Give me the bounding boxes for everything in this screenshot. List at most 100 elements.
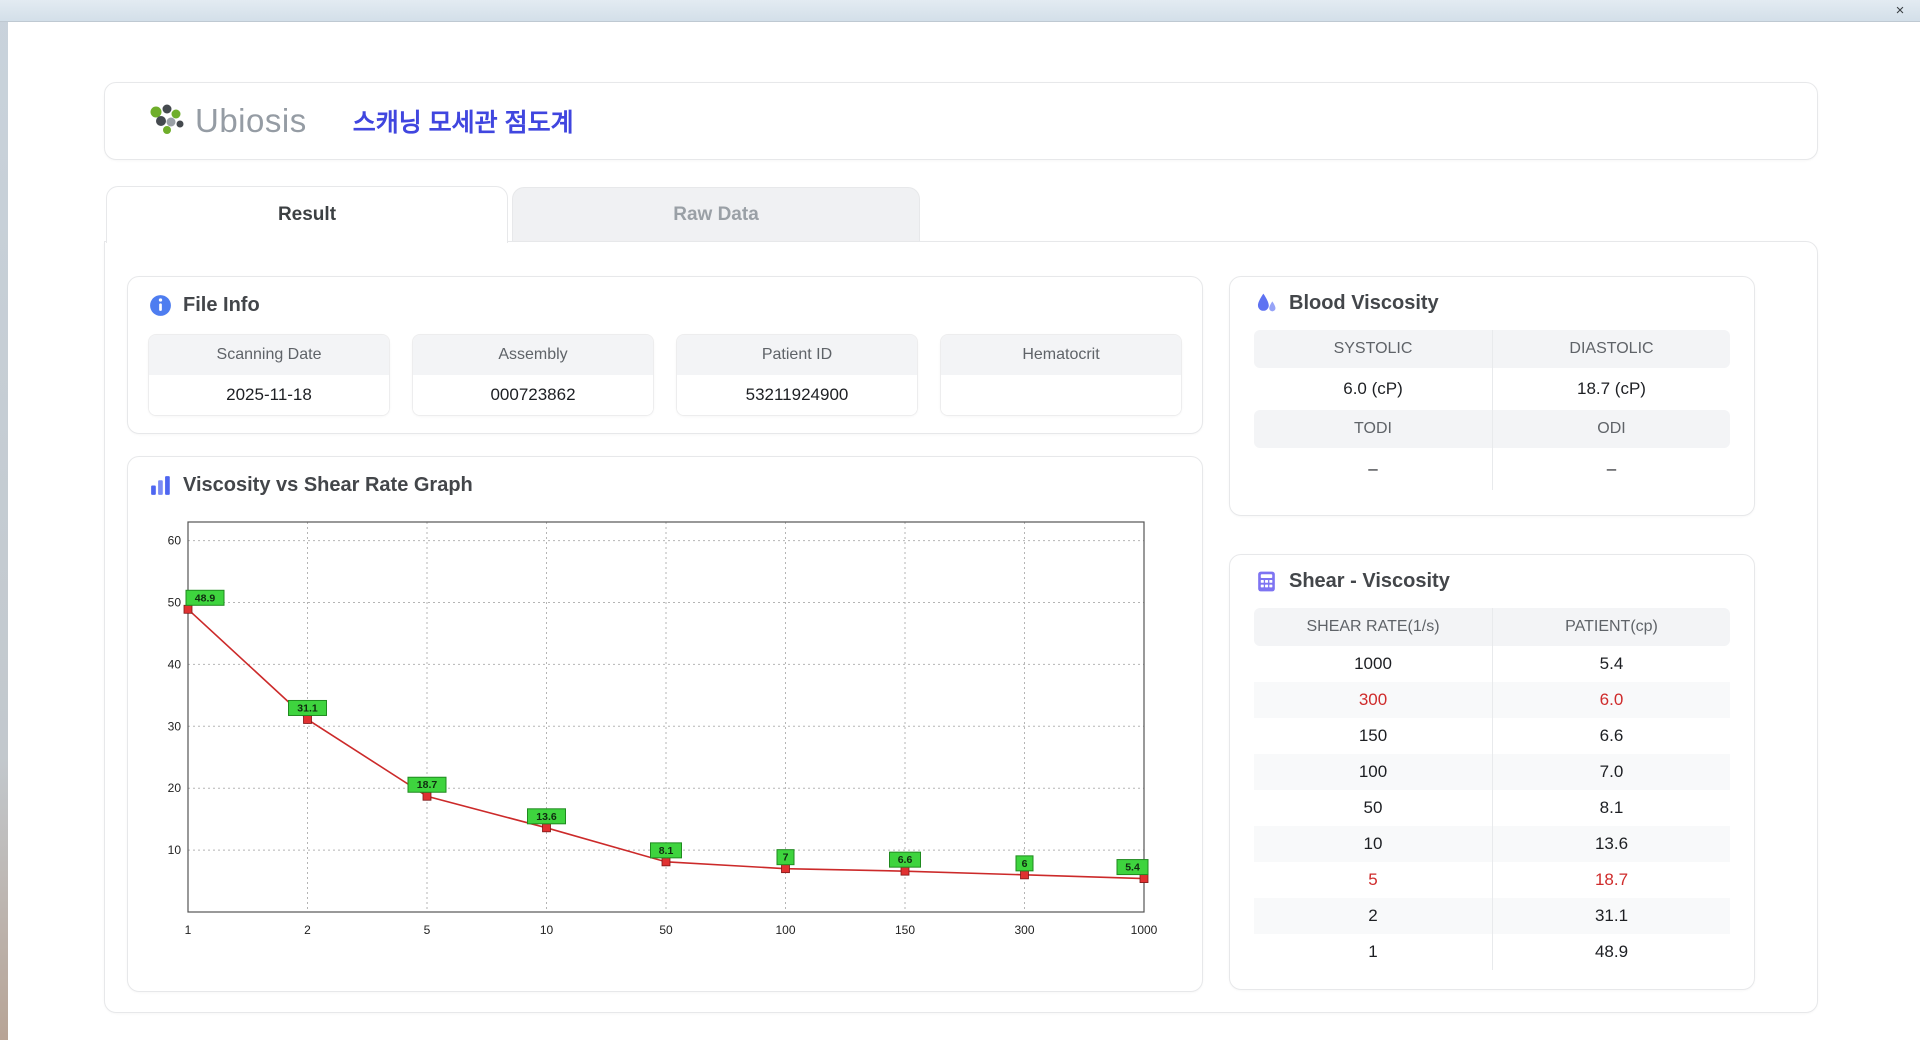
window-close-button[interactable]: × <box>1890 1 1910 21</box>
svg-text:300: 300 <box>1014 923 1034 937</box>
systolic-label: SYSTOLIC <box>1254 330 1492 368</box>
shear-rate-cell: 1000 <box>1354 654 1392 673</box>
shear-rate-cell: 300 <box>1358 690 1388 709</box>
table-row: 1000 5.4 <box>1254 646 1730 682</box>
field-assembly: Assembly 000723862 <box>412 334 654 416</box>
table-icon <box>1258 571 1275 592</box>
svg-text:7: 7 <box>783 852 789 864</box>
shear-rate-cell: 150 <box>1358 726 1388 745</box>
svg-text:20: 20 <box>168 781 182 795</box>
todi-label: TODI <box>1254 410 1492 448</box>
diastolic-value: 18.7 (cP) <box>1492 368 1730 410</box>
svg-text:31.1: 31.1 <box>297 702 318 714</box>
svg-text:6: 6 <box>1022 858 1028 870</box>
graph-title: Viscosity vs Shear Rate Graph <box>183 474 473 496</box>
field-value: 53211924900 <box>677 375 917 415</box>
shear-rate-cell: 1 <box>1368 942 1378 961</box>
field-scanning-date: Scanning Date 2025-11-18 <box>148 334 390 416</box>
svg-text:6.6: 6.6 <box>898 854 913 866</box>
tab-raw-data[interactable]: Raw Data <box>512 187 920 242</box>
table-row: 1 48.9 <box>1254 934 1730 970</box>
svg-text:40: 40 <box>168 657 182 671</box>
file-info-header: File Info <box>148 293 1182 318</box>
shear-rate-cell: 100 <box>1358 762 1388 781</box>
field-label: Assembly <box>413 335 653 375</box>
graph-card: Viscosity vs Shear Rate Graph 10 20 30 40 50… <box>127 456 1203 992</box>
svg-text:48.9: 48.9 <box>195 592 216 604</box>
table-row: 300 6.0 <box>1254 682 1730 718</box>
field-patient-id: Patient ID 53211924900 <box>676 334 918 416</box>
field-label: Patient ID <box>677 335 917 375</box>
shear-viscosity-card: Shear - Viscosity SHEAR RATE(1/s) PATIEN… <box>1229 554 1755 990</box>
svg-text:50: 50 <box>168 595 182 609</box>
svg-text:5.4: 5.4 <box>1125 862 1140 874</box>
graph-header: Viscosity vs Shear Rate Graph <box>148 473 1182 498</box>
svg-text:10: 10 <box>168 843 182 857</box>
patient-viscosity-cell: 6.6 <box>1492 718 1730 754</box>
brand-name: Ubiosis <box>195 102 307 139</box>
brand-logo: Ubiosis <box>147 102 307 140</box>
table-row: 10 13.6 <box>1254 826 1730 862</box>
app-header: Ubiosis 스캐닝 모세관 점도계 <box>104 82 1818 160</box>
patient-viscosity-cell: 6.0 <box>1492 682 1730 718</box>
file-info-title: File Info <box>183 294 260 316</box>
blood-viscosity-table: SYSTOLIC DIASTOLIC 6.0 (cP) 18.7 (cP) TO… <box>1254 330 1730 490</box>
table-row: 50 8.1 <box>1254 790 1730 826</box>
droplet-icon <box>1257 293 1276 312</box>
table-row: 100 7.0 <box>1254 754 1730 790</box>
svg-text:60: 60 <box>168 534 182 548</box>
blood-viscosity-header: Blood Viscosity <box>1254 291 1730 316</box>
page-title: 스캐닝 모세관 점도계 <box>352 109 574 137</box>
patient-viscosity-cell: 31.1 <box>1492 898 1730 934</box>
shear-viscosity-title: Shear - Viscosity <box>1289 570 1450 592</box>
svg-text:30: 30 <box>168 719 182 733</box>
field-value: 2025-11-18 <box>149 375 389 415</box>
svg-text:5: 5 <box>424 923 431 937</box>
svg-text:8.1: 8.1 <box>659 845 674 857</box>
shear-table: SHEAR RATE(1/s) PATIENT(cp) 1000 5.4 300 6.… <box>1254 608 1730 970</box>
field-label: Hematocrit <box>941 335 1181 375</box>
diastolic-label: DIASTOLIC <box>1492 330 1730 368</box>
shear-viscosity-header: Shear - Viscosity <box>1254 569 1730 594</box>
shear-rate-cell: 10 <box>1363 834 1383 853</box>
viscosity-chart: 10 20 30 40 50 60 1 2 5 10 50 100 150 300 1000 48.9 31.1… <box>168 521 1158 937</box>
info-icon <box>150 295 171 316</box>
patient-viscosity-cell: 8.1 <box>1492 790 1730 826</box>
file-info-fields: Scanning Date 2025-11-18 Assembly 000723… <box>148 334 1182 416</box>
patient-viscosity-cell: 48.9 <box>1492 934 1730 970</box>
svg-text:1: 1 <box>185 923 192 937</box>
blood-viscosity-card: Blood Viscosity SYSTOLIC DIASTOLIC 6.0 (… <box>1229 276 1755 516</box>
table-row: 2 31.1 <box>1254 898 1730 934</box>
result-panel: File Info Scanning Date 2025-11-18 Assem… <box>104 241 1818 1013</box>
todi-value: – <box>1254 448 1492 490</box>
field-hematocrit: Hematocrit <box>940 334 1182 416</box>
svg-text:50: 50 <box>659 923 673 937</box>
file-info-card: File Info Scanning Date 2025-11-18 Assem… <box>127 276 1203 434</box>
systolic-value: 6.0 (cP) <box>1254 368 1492 410</box>
field-value <box>941 375 1181 415</box>
patient-viscosity-cell: 7.0 <box>1492 754 1730 790</box>
shear-table-body: 1000 5.4 300 6.0 150 6.6 100 7.0 50 8.1 10 13.6 5 18.… <box>1254 646 1730 970</box>
field-value: 000723862 <box>413 375 653 415</box>
shear-table-header: SHEAR RATE(1/s) PATIENT(cp) <box>1254 608 1730 646</box>
logo-dots-icon <box>150 104 184 134</box>
shear-rate-cell: 2 <box>1368 906 1378 925</box>
odi-value: – <box>1492 448 1730 490</box>
svg-text:10: 10 <box>540 923 554 937</box>
tab-result[interactable]: Result <box>106 186 508 243</box>
patient-viscosity-cell: 13.6 <box>1492 826 1730 862</box>
patient-column-header: PATIENT(cp) <box>1492 608 1730 646</box>
table-row: 150 6.6 <box>1254 718 1730 754</box>
shear-rate-cell: 50 <box>1363 798 1383 817</box>
odi-label: ODI <box>1492 410 1730 448</box>
patient-viscosity-cell: 5.4 <box>1492 646 1730 682</box>
window-titlebar: × <box>0 0 1920 22</box>
svg-text:18.7: 18.7 <box>417 779 438 791</box>
chart-box: 10 20 30 40 50 60 1 2 5 10 50 100 150 300 1000 48.9 31.1… <box>152 508 1182 949</box>
shear-rate-cell: 5 <box>1368 870 1378 889</box>
patient-viscosity-cell: 18.7 <box>1492 862 1730 898</box>
blood-viscosity-title: Blood Viscosity <box>1289 292 1439 314</box>
table-row: 5 18.7 <box>1254 862 1730 898</box>
svg-text:1000: 1000 <box>1131 923 1158 937</box>
svg-text:100: 100 <box>775 923 795 937</box>
